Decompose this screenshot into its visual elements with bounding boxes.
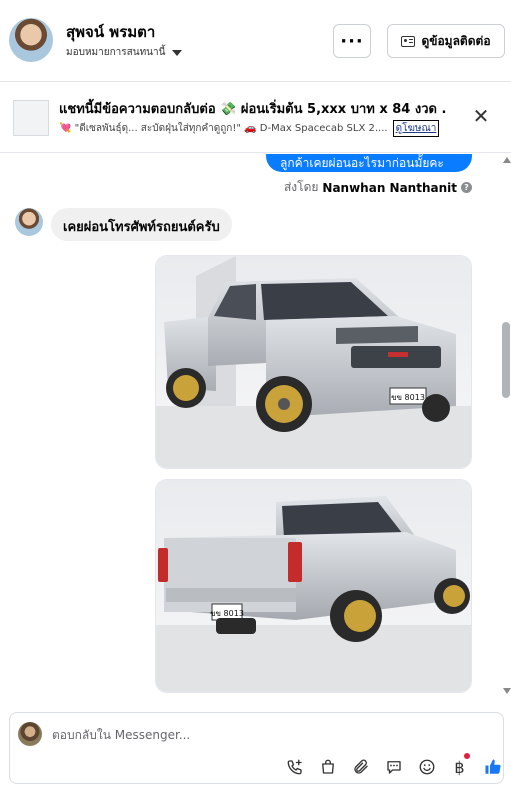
- avatar[interactable]: [9, 18, 53, 62]
- scroll-down-arrow[interactable]: [503, 688, 511, 694]
- sent-by-name: Nanwhan Nanthanit: [322, 180, 457, 195]
- thread-scrollbar[interactable]: [501, 154, 511, 699]
- ad-subtitle: 💘 "ดีเซลพันธุ์ดุ... สะบัดฝุ่นใส่ทุกคำดูถ…: [59, 123, 388, 134]
- composer-toolbar: ฿: [278, 752, 509, 778]
- car-rear-image: ขข 8013: [156, 480, 471, 692]
- thumbs-up-icon[interactable]: [476, 756, 509, 778]
- view-contact-label: ดูข้อมูลติดต่อ: [421, 33, 491, 48]
- license-plate: ขข 8013: [391, 393, 425, 402]
- view-contact-button[interactable]: ดูข้อมูลติดต่อ: [387, 24, 505, 58]
- view-ad-link[interactable]: ดูโฆษณา: [392, 120, 440, 137]
- ad-banner: แชทนี้มีข้อความตอบกลับต่อ 💸 ผ่อนเริ่มต้น…: [0, 83, 511, 153]
- assign-conversation-dropdown[interactable]: มอบหมายการสนทนานี้: [66, 45, 183, 60]
- sender-avatar[interactable]: [15, 208, 43, 236]
- reply-composer: ฿: [9, 712, 504, 784]
- outgoing-message[interactable]: ลูกค้าเคยผ่อนอะไรมาก่อนมั้ยคะ: [266, 154, 472, 172]
- info-icon[interactable]: ?: [461, 182, 472, 193]
- phone-add-icon[interactable]: [278, 756, 311, 778]
- ad-subtitle-row: 💘 "ดีเซลพันธุ์ดุ... สะบัดฝุ่นใส่ทุกคำดูถ…: [59, 120, 440, 137]
- scroll-up-arrow[interactable]: [503, 157, 511, 163]
- car-photo-front[interactable]: ขข 8013: [155, 255, 472, 469]
- paperclip-icon[interactable]: [344, 756, 377, 778]
- chat-icon[interactable]: [377, 756, 410, 778]
- page-avatar: [18, 722, 42, 746]
- sent-by-prefix: ส่งโดย: [283, 180, 319, 194]
- emoji-icon[interactable]: [410, 756, 443, 778]
- more-button[interactable]: ···: [333, 24, 371, 58]
- notification-dot: [463, 752, 470, 759]
- car-photo-rear[interactable]: ขข 8013: [155, 479, 472, 693]
- user-name[interactable]: สุพจน์ พรมตา: [66, 20, 155, 44]
- bag-icon[interactable]: [311, 756, 344, 778]
- scroll-thumb[interactable]: [502, 322, 510, 398]
- baht-symbol: ฿: [454, 752, 470, 777]
- message-thread: ลูกค้าเคยผ่อนอะไรมาก่อนมั้ยคะ ส่งโดย Nan…: [0, 154, 511, 704]
- incoming-message[interactable]: เคยผ่อนโทรศัพท์รถยนต์ครับ: [51, 208, 232, 241]
- ad-thumbnail: [13, 100, 49, 136]
- more-icon: ···: [340, 30, 364, 52]
- ad-title: แชทนี้มีข้อความตอบกลับต่อ 💸 ผ่อนเริ่มต้น…: [59, 102, 447, 117]
- close-icon[interactable]: ✕: [470, 104, 492, 128]
- conversation-header: สุพจน์ พรมตา มอบหมายการสนทนานี้ ··· ดูข้…: [0, 0, 511, 82]
- assign-label: มอบหมายการสนทนานี้: [66, 47, 166, 58]
- baht-icon[interactable]: ฿: [443, 752, 476, 778]
- reply-input[interactable]: [52, 725, 472, 745]
- license-plate: ขข 8013: [210, 609, 244, 618]
- chevron-down-icon: [172, 49, 183, 56]
- contact-card-icon: [401, 35, 416, 47]
- sent-by-row: ส่งโดย Nanwhan Nanthanit ?: [284, 178, 472, 197]
- car-front-image: ขข 8013: [156, 256, 471, 468]
